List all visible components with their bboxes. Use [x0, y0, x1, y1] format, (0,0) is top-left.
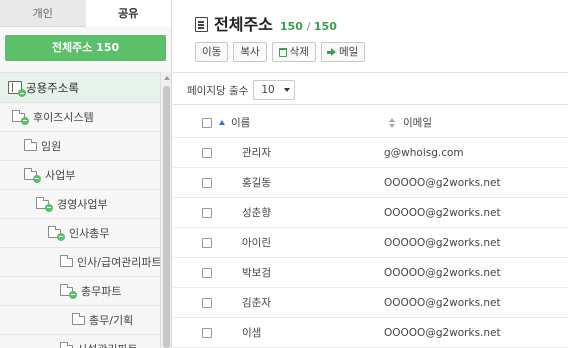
table-row[interactable]: 박보검 OOOOO@g2works.net — [173, 258, 568, 288]
row-checkbox[interactable] — [202, 177, 212, 188]
row-checkbox[interactable] — [202, 297, 212, 308]
tree-node-label: 총무/기획 — [89, 314, 134, 327]
tree-node-label: 후이즈시스템 — [33, 111, 94, 124]
folder-open-icon — [36, 196, 53, 212]
folder-icon — [24, 138, 37, 151]
row-checkbox[interactable] — [202, 207, 212, 218]
count-total: 150 — [313, 20, 337, 33]
delete-button[interactable]: 삭제 — [271, 42, 316, 62]
list-document-icon — [195, 17, 208, 32]
folder-open-icon — [24, 167, 41, 183]
contact-name[interactable]: 관리자 — [212, 145, 384, 160]
all-addresses-button[interactable]: 전체주소 150 — [5, 35, 166, 61]
copy-button[interactable]: 복사 — [233, 42, 267, 62]
mail-button[interactable]: 메일 — [320, 42, 366, 62]
row-checkbox[interactable] — [202, 267, 212, 278]
per-page-value: 10 — [261, 84, 275, 96]
move-button[interactable]: 이동 — [195, 42, 229, 62]
tree-node[interactable]: 경영사업부 — [0, 190, 160, 219]
address-table: 이름 이메일 관리자 g@whoisg.com 홍길동 OOOOO@g2works.n… — [173, 108, 568, 348]
folder-open-icon — [12, 109, 29, 125]
per-page-control: 페이지당 출수 10 — [187, 80, 296, 100]
table-row[interactable]: 이샘 OOOOO@g2works.net — [173, 318, 568, 348]
tree-node[interactable]: 총무/기획 — [0, 306, 160, 335]
contact-name[interactable]: 아이린 — [212, 235, 384, 250]
per-page-label: 페이지당 출수 — [187, 84, 249, 97]
contact-email[interactable]: OOOOO@g2works.net — [384, 267, 501, 279]
count-current: 150 — [279, 20, 303, 33]
contact-email[interactable]: OOOOO@g2works.net — [384, 237, 501, 249]
contact-name[interactable]: 박보검 — [212, 265, 384, 280]
tab-bar: 개인 공유 — [0, 0, 171, 27]
folder-icon — [72, 312, 85, 325]
toolbar: 이동 복사 삭제 메일 — [195, 42, 366, 62]
tree-node-label: 임원 — [41, 140, 62, 153]
table-row[interactable]: 관리자 g@whoisg.com — [173, 138, 568, 168]
tree-node-label: 경영사업부 — [57, 198, 108, 211]
folder-icon — [60, 254, 73, 267]
contact-name[interactable]: 홍길동 — [212, 175, 384, 190]
trash-icon — [278, 47, 287, 57]
tree-node[interactable]: 사업부 — [0, 161, 160, 190]
page-title: 전체주소 — [214, 15, 273, 34]
folder-icon — [60, 341, 73, 348]
tree-node-label: 사업부 — [45, 169, 76, 182]
address-book-icon — [8, 81, 26, 97]
main-panel: 전체주소 150 / 150 이동 복사 삭제 메일 페이지당 출수 10 이름… — [173, 0, 568, 348]
tree-node[interactable]: 인사총무 — [0, 219, 160, 248]
scroll-up-arrow-icon[interactable] — [164, 76, 170, 80]
contact-name[interactable]: 성춘향 — [212, 205, 384, 220]
contact-email[interactable]: g@whoisg.com — [384, 147, 464, 159]
tree-node-label: 인사/급여관리파트 — [77, 256, 162, 269]
row-checkbox[interactable] — [202, 327, 212, 338]
row-checkbox[interactable] — [202, 147, 212, 158]
arrow-right-icon — [326, 48, 336, 56]
folder-tree: 공용주소록 후이즈시스템임원사업부경영사업부인사총무인사/급여관리파트총무파트총… — [0, 72, 162, 348]
folder-open-icon — [60, 283, 77, 299]
tree-root[interactable]: 공용주소록 — [0, 72, 160, 103]
copy-button-label: 복사 — [240, 46, 260, 58]
delete-button-label: 삭제 — [289, 46, 309, 58]
chevron-down-icon — [284, 88, 291, 92]
column-header-name[interactable]: 이름 — [231, 115, 389, 130]
address-count: 150 / 150 — [279, 20, 337, 33]
tree-node[interactable]: 시설관리파트 — [0, 335, 160, 348]
tree-scrollbar[interactable] — [160, 72, 171, 348]
table-row[interactable]: 성춘향 OOOOO@g2works.net — [173, 198, 568, 228]
contact-name[interactable]: 이샘 — [212, 325, 384, 340]
contact-name[interactable]: 김춘자 — [212, 295, 384, 310]
tab-shared[interactable]: 공유 — [85, 0, 171, 27]
tree-node[interactable]: 후이즈시스템 — [0, 103, 160, 132]
folder-open-icon — [48, 225, 65, 241]
row-checkbox[interactable] — [202, 237, 212, 248]
tab-personal[interactable]: 개인 — [0, 0, 86, 27]
sort-icon[interactable] — [389, 117, 395, 128]
page-header: 전체주소 150 / 150 — [195, 11, 337, 35]
table-row[interactable]: 홍길동 OOOOO@g2works.net — [173, 168, 568, 198]
table-header: 이름 이메일 — [173, 108, 568, 138]
divider — [173, 104, 568, 105]
select-all-checkbox[interactable] — [202, 117, 212, 128]
tree-node-label: 인사총무 — [69, 227, 110, 240]
table-row[interactable]: 김춘자 OOOOO@g2works.net — [173, 288, 568, 318]
per-page-select[interactable]: 10 — [253, 80, 296, 100]
tree-node[interactable]: 인사/급여관리파트 — [0, 248, 162, 277]
contact-email[interactable]: OOOOO@g2works.net — [384, 207, 501, 219]
tree-node-label: 총무파트 — [81, 285, 122, 298]
contact-email[interactable]: OOOOO@g2works.net — [384, 177, 501, 189]
tree-node-label: 시설관리파트 — [77, 341, 138, 348]
tree-root-label: 공용주소록 — [26, 80, 79, 95]
tree-node[interactable]: 총무파트 — [0, 277, 160, 306]
contact-email[interactable]: OOOOO@g2works.net — [384, 297, 501, 309]
move-button-label: 이동 — [202, 46, 222, 58]
tree-node[interactable]: 임원 — [0, 132, 160, 161]
table-row[interactable]: 아이린 OOOOO@g2works.net — [173, 228, 568, 258]
mail-button-label: 메일 — [338, 46, 359, 58]
scrollbar-thumb[interactable] — [163, 86, 170, 348]
divider — [173, 72, 568, 73]
column-header-email[interactable]: 이메일 — [403, 115, 432, 130]
left-panel: 개인 공유 전체주소 150 공용주소록 후이즈시스템임원사업부경영사업부인사총… — [0, 0, 172, 348]
sort-asc-icon[interactable] — [219, 120, 225, 125]
contact-email[interactable]: OOOOO@g2works.net — [384, 327, 501, 339]
